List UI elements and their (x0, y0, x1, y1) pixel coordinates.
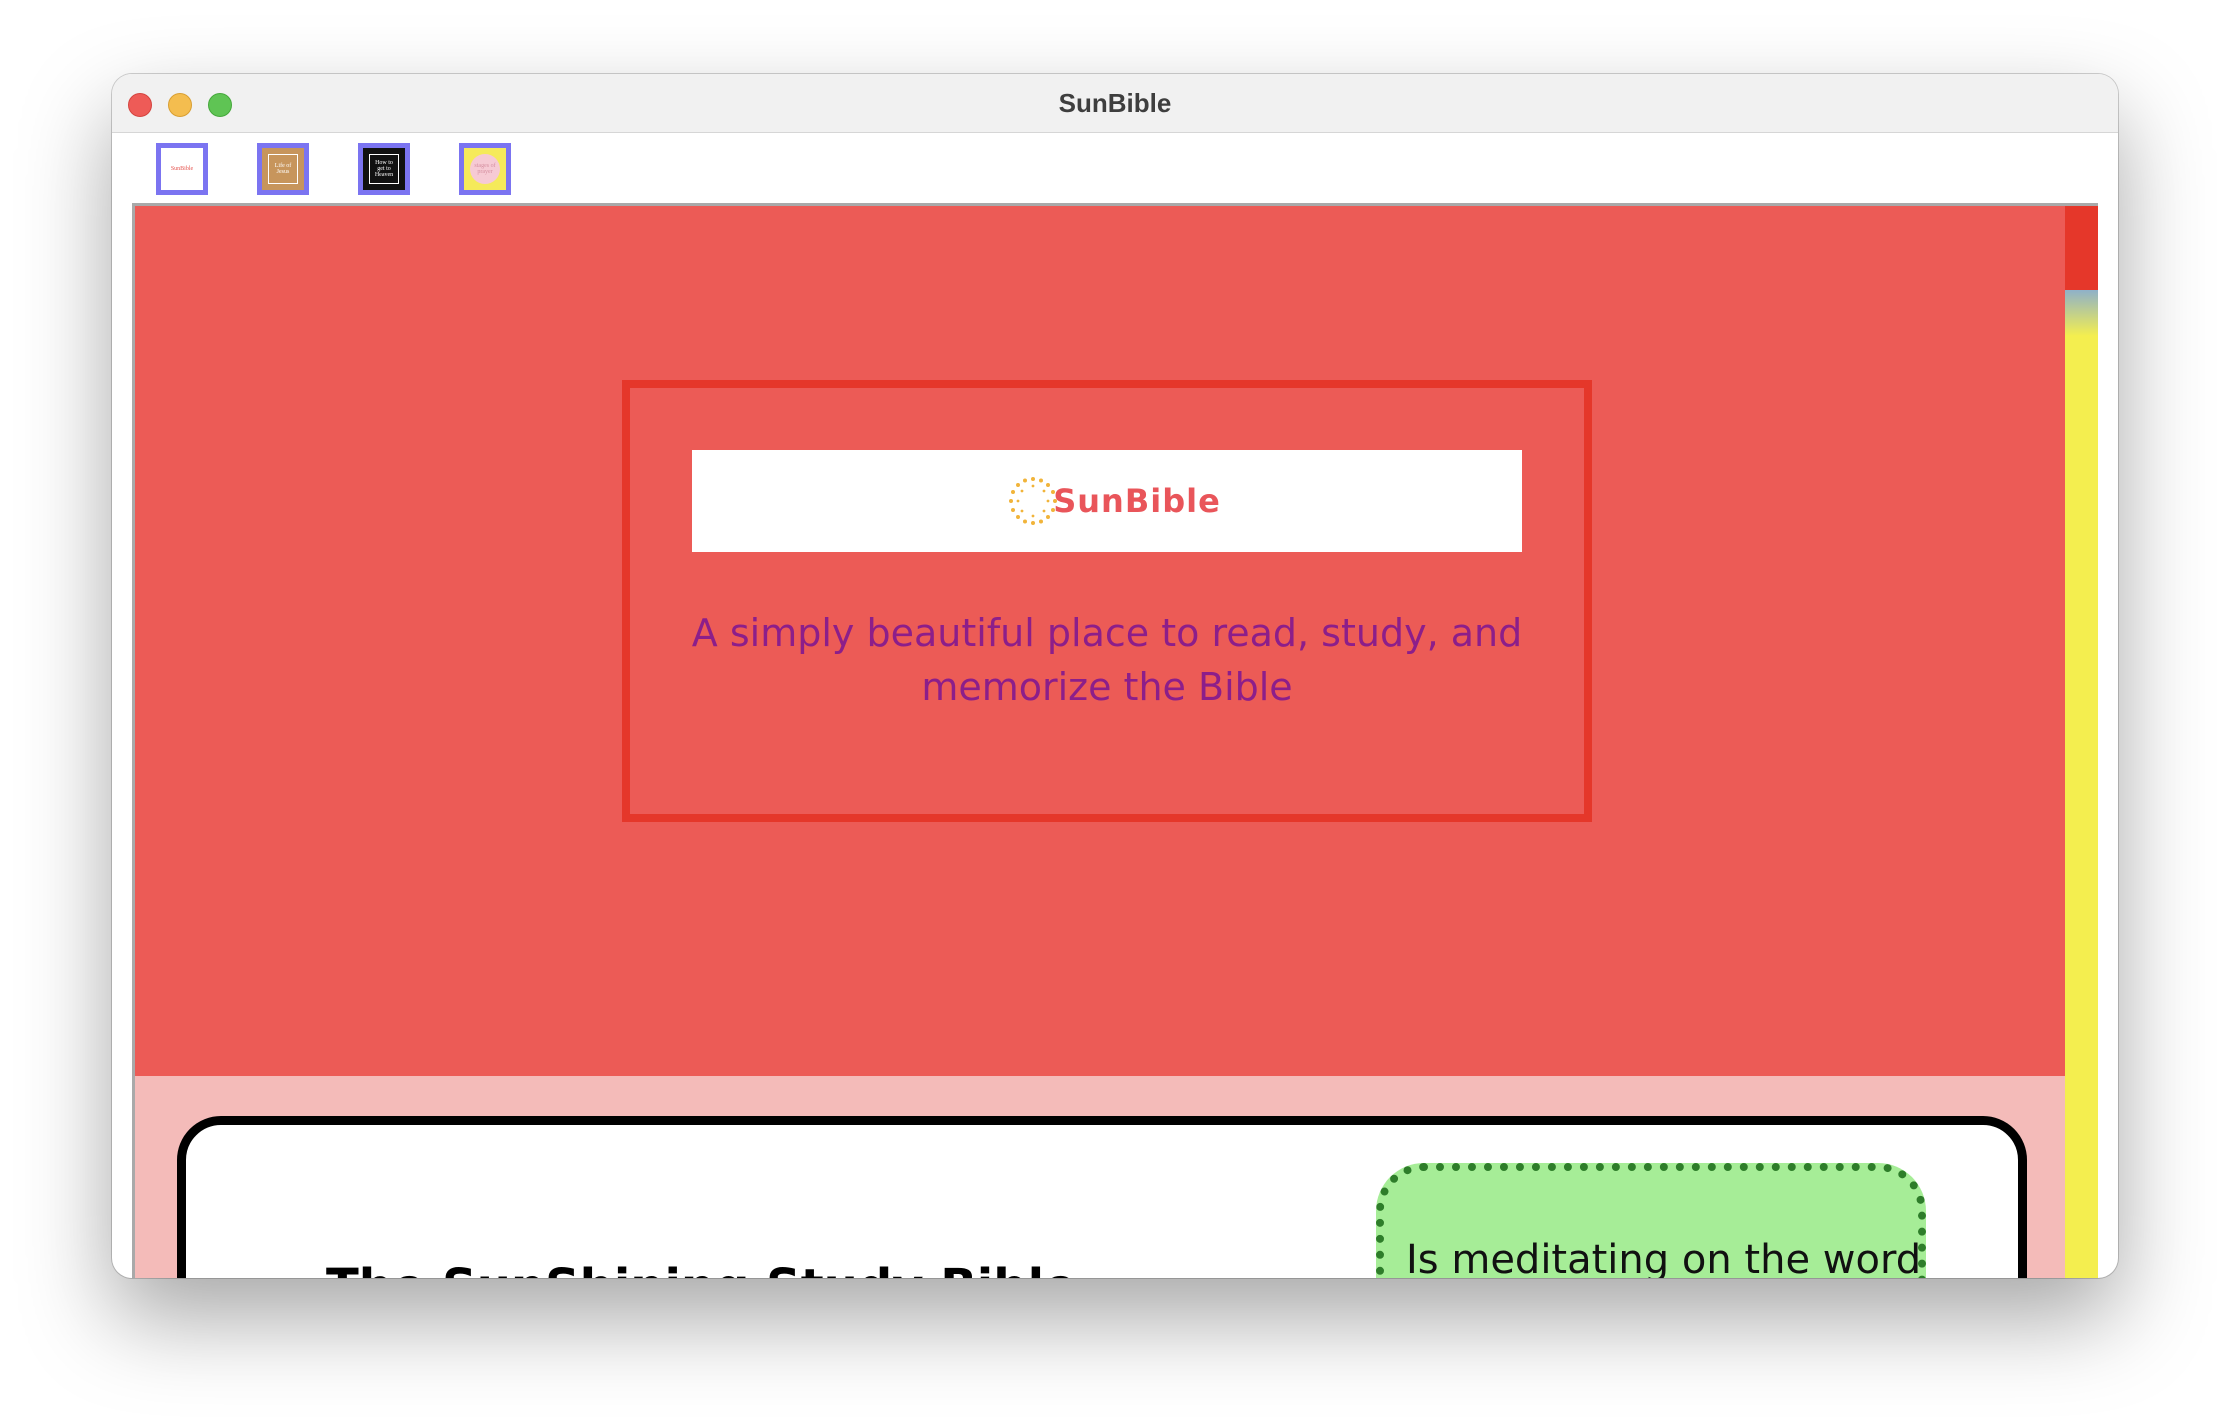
desktop: SunBible SunBible Life of Jesus How to g… (0, 0, 2224, 1424)
hero-section: SunBible A simply beautiful place to rea… (135, 206, 2065, 1076)
scrollbar-thumb[interactable] (2065, 206, 2098, 290)
content-section: The SunShining Study Bible Is meditating… (135, 1076, 2065, 1278)
tab-thumbnail-sunbible[interactable]: SunBible (156, 143, 208, 195)
window-title: SunBible (1058, 88, 1172, 118)
title-bar: SunBible (112, 74, 2118, 133)
app-window: SunBible SunBible Life of Jesus How to g… (112, 74, 2118, 1278)
quote-bubble: Is meditating on the word (1376, 1163, 1926, 1278)
tab-thumbnail-label: How to get to Heaven (369, 154, 399, 184)
web-content-viewport[interactable]: SunBible A simply beautiful place to rea… (132, 203, 2098, 1278)
vertical-scrollbar[interactable] (2065, 206, 2098, 1278)
quote-text: Is meditating on the word (1406, 1237, 1922, 1278)
sunbible-logo[interactable]: SunBible (1005, 473, 1221, 529)
hero-frame: SunBible A simply beautiful place to rea… (622, 380, 1592, 822)
logo-banner: SunBible (692, 450, 1522, 552)
tab-thumbnail-stages-of-prayer[interactable]: stages of prayer (459, 143, 511, 195)
tab-thumbnail-life-of-jesus[interactable]: Life of Jesus (257, 143, 309, 195)
scrollbar-gradient (2065, 290, 2098, 336)
feature-card: The SunShining Study Bible Is meditating… (177, 1116, 2027, 1278)
tab-thumbnail-label: SunBible (170, 166, 194, 172)
tab-thumbnail-label: stages of prayer (470, 154, 500, 184)
tab-thumbnail-label: Life of Jesus (268, 154, 298, 184)
logo-text: SunBible (1053, 482, 1221, 520)
tab-thumbnail-how-to-get-to-heaven[interactable]: How to get to Heaven (358, 143, 410, 195)
thumbnail-tab-bar: SunBible Life of Jesus How to get to Hea… (112, 133, 2118, 199)
hero-tagline: A simply beautiful place to read, study,… (691, 611, 1523, 709)
card-heading: The SunShining Study Bible (326, 1259, 1077, 1278)
